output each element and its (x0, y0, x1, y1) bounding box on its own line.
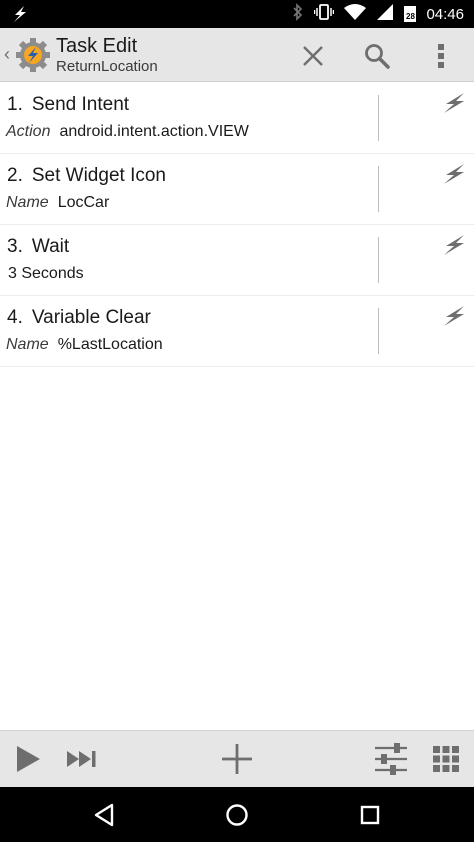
overflow-menu-button[interactable] (423, 38, 459, 74)
skip-forward-icon (67, 751, 96, 767)
task-action-title: 4. Variable Clear (7, 307, 151, 329)
action-bolt-icon[interactable] (442, 162, 466, 186)
icon-grid-button[interactable] (426, 739, 466, 779)
search-icon (365, 44, 390, 69)
tasker-bolt-icon (10, 4, 30, 29)
task-action-row-1[interactable]: 1. Send Intent Action android.intent.actio… (0, 83, 474, 154)
task-action-list: 1. Send Intent Action android.intent.actio… (0, 83, 474, 367)
action-bolt-icon[interactable] (442, 91, 466, 115)
bottom-toolbar (0, 730, 474, 787)
task-action-detail-value: %LastLocation (57, 336, 163, 353)
task-action-name: Set Widget Icon (31, 165, 166, 186)
play-button[interactable] (8, 739, 48, 779)
recents-icon (360, 805, 380, 825)
sliders-icon (375, 743, 407, 775)
task-action-detail-value: LocCar (57, 194, 110, 211)
task-action-detail-label: Action (6, 123, 51, 140)
row-divider (378, 166, 379, 212)
row-divider (378, 95, 379, 141)
task-action-row-4[interactable]: 4. Variable Clear Name %LastLocation (0, 296, 474, 367)
task-action-number: 4. (7, 307, 23, 328)
status-time: 04:46 (426, 5, 464, 23)
nav-back-button[interactable] (84, 795, 124, 835)
task-name-subtitle: ReturnLocation (56, 58, 158, 75)
navigation-bar (0, 787, 474, 842)
title-group: Task Edit ReturnLocation (56, 34, 158, 76)
task-action-row-2[interactable]: 2. Set Widget Icon Name LocCar (0, 154, 474, 225)
task-action-detail-value: android.intent.action.VIEW (59, 123, 249, 140)
plus-icon (222, 744, 252, 774)
close-button[interactable] (295, 38, 331, 74)
task-action-title: 2. Set Widget Icon (7, 165, 166, 187)
task-action-detail-label: Name (6, 194, 49, 211)
task-action-name: Wait (31, 236, 70, 257)
task-action-detail: Action android.intent.action.VIEW (6, 123, 249, 141)
vibrate-icon (314, 3, 335, 26)
step-button[interactable] (62, 739, 102, 779)
back-icon (94, 803, 114, 827)
task-action-detail: Name LocCar (6, 194, 109, 212)
status-bar: 28 04:46 (0, 0, 474, 28)
page-title: Task Edit (56, 35, 138, 57)
cell-signal-icon (376, 3, 394, 26)
search-button[interactable] (359, 38, 395, 74)
task-action-name: Send Intent (31, 94, 130, 115)
overflow-menu-icon (438, 44, 444, 68)
action-bar: ‹ Task Edit ReturnLocation (0, 28, 474, 82)
task-action-detail: 3 Seconds (8, 265, 84, 283)
nav-recents-button[interactable] (350, 795, 390, 835)
task-action-detail: Name %LastLocation (6, 336, 163, 354)
task-action-detail-value: 3 Seconds (8, 265, 84, 282)
task-action-row-3[interactable]: 3. Wait 3 Seconds (0, 225, 474, 296)
up-chevron-icon[interactable]: ‹ (4, 44, 10, 65)
action-bolt-icon[interactable] (442, 233, 466, 257)
task-action-title: 1. Send Intent (7, 94, 129, 116)
bluetooth-icon (292, 2, 304, 26)
wifi-icon (344, 3, 367, 26)
row-divider (378, 308, 379, 354)
add-action-button[interactable] (217, 739, 257, 779)
task-action-number: 1. (7, 94, 23, 115)
home-icon (226, 804, 248, 826)
task-action-number: 3. (7, 236, 23, 257)
calendar-icon: 28 (404, 6, 417, 22)
row-divider (378, 237, 379, 283)
grid-icon (433, 746, 459, 772)
nav-home-button[interactable] (217, 795, 257, 835)
task-action-title: 3. Wait (7, 236, 69, 258)
action-bolt-icon[interactable] (442, 304, 466, 328)
close-icon (303, 46, 323, 66)
tasker-app-icon[interactable] (14, 36, 52, 74)
calendar-day: 28 (406, 12, 415, 21)
play-icon (17, 746, 40, 772)
task-action-name: Variable Clear (31, 307, 151, 328)
task-action-number: 2. (7, 165, 23, 186)
task-action-detail-label: Name (6, 336, 49, 353)
task-properties-button[interactable] (371, 739, 411, 779)
